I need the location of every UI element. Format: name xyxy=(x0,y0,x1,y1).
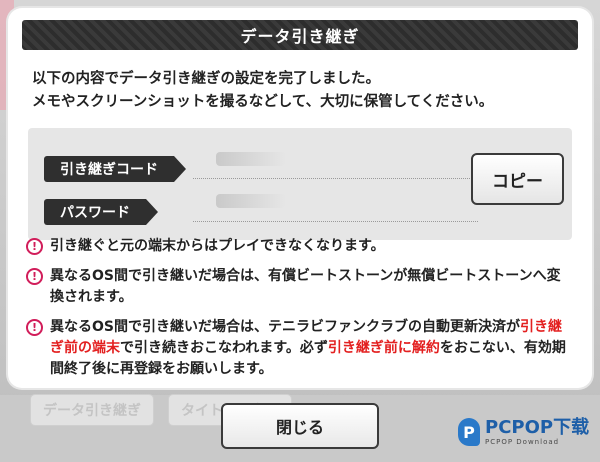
exclamation-icon: ! xyxy=(26,319,43,336)
watermark-subtitle: PCPOP Download xyxy=(485,438,560,446)
transfer-code-underline xyxy=(193,178,478,179)
exclamation-icon: ! xyxy=(26,238,43,255)
message-line-2: メモやスクリーンショットを撮るなどして、大切に保管してください。 xyxy=(32,94,494,110)
note-3-emphasis-2: 引き継ぎ前に解約 xyxy=(327,340,440,356)
background-transfer-button: データ引き継ぎ xyxy=(30,394,154,426)
note-1-text: 引き継ぐと元の端末からはプレイできなくなります。 xyxy=(50,238,385,254)
dialog-title: データ引き継ぎ xyxy=(240,27,360,46)
transfer-code-label: 引き継ぎコード xyxy=(44,156,186,182)
warning-note-1: ! 引き継ぐと元の端末からはプレイできなくなります。 xyxy=(26,236,570,257)
pcpop-logo-icon: P xyxy=(458,418,480,446)
warning-note-2: ! 異なるOS間で引き継いだ場合は、有償ビートストーンが無償ビートストーンへ変換… xyxy=(26,266,570,308)
password-label: パスワード xyxy=(44,199,158,225)
transfer-code-value xyxy=(216,152,286,166)
password-value xyxy=(216,194,286,208)
transfer-dialog: データ引き継ぎ 以下の内容でデータ引き継ぎの設定を完了しました。 メモやスクリー… xyxy=(8,8,592,388)
dialog-header: データ引き継ぎ xyxy=(22,20,578,50)
watermark: P PCPOP下载 PCPOP Download xyxy=(458,418,589,446)
note-3-part1: 異なるOS間で引き継いだ場合は、テニラビファンクラブの自動更新決済が xyxy=(50,319,520,335)
note-2-text: 異なるOS間で引き継いだ場合は、有償ビートストーンが無償ビートストーンへ変換され… xyxy=(50,268,561,305)
dialog-message: 以下の内容でデータ引き継ぎの設定を完了しました。 メモやスクリーンショットを撮る… xyxy=(32,68,582,114)
message-line-1: 以下の内容でデータ引き継ぎの設定を完了しました。 xyxy=(32,71,380,87)
close-button[interactable]: 閉じる xyxy=(221,403,379,449)
watermark-brand: PCPOP下载 xyxy=(485,417,590,438)
copy-button[interactable]: コピー xyxy=(471,153,564,205)
password-underline xyxy=(193,221,478,222)
warning-note-3: ! 異なるOS間で引き継いだ場合は、テニラビファンクラブの自動更新決済が引き継ぎ… xyxy=(26,317,570,380)
note-3-part2: で引き続きおこなわれます。必ず xyxy=(120,340,328,356)
exclamation-icon: ! xyxy=(26,268,43,285)
